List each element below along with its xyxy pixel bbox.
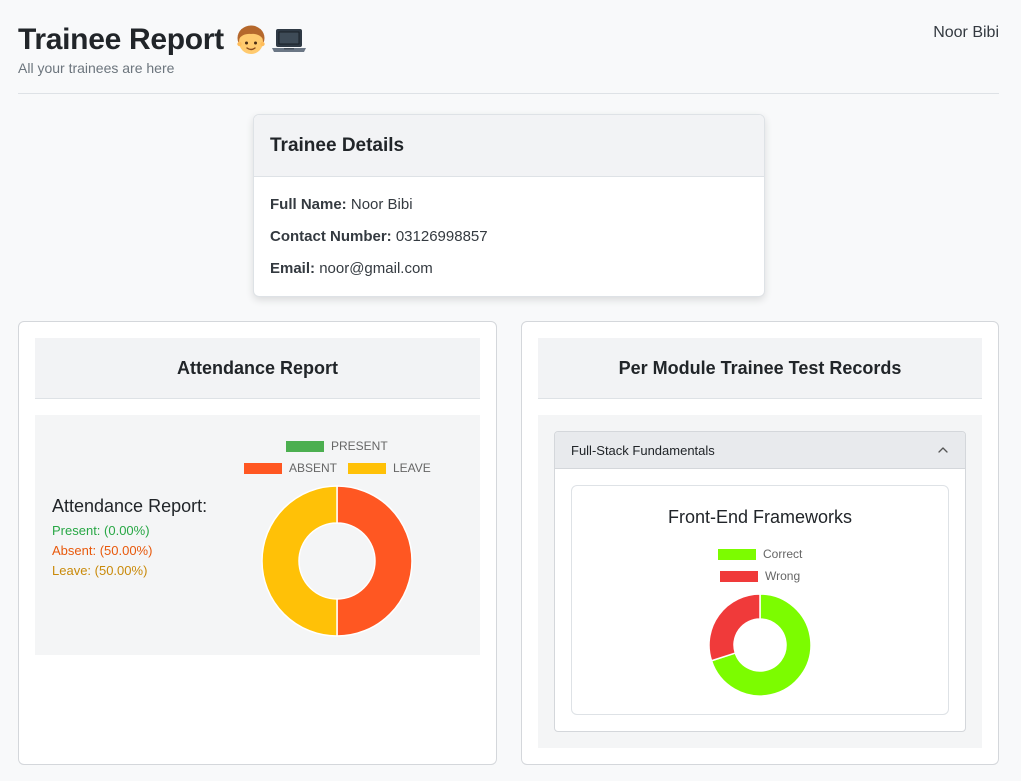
legend-item-correct[interactable]: Correct — [718, 547, 802, 561]
legend-label-leave: LEAVE — [393, 461, 431, 475]
slice-wrong[interactable] — [708, 593, 761, 662]
trainee-details-body: Full Name: Noor Bibi Contact Number: 031… — [254, 177, 764, 291]
email-label: Email: — [270, 260, 316, 277]
page-title-text: Trainee Report — [18, 23, 224, 56]
contact-row: Contact Number: 03126998857 — [270, 227, 748, 259]
legend-swatch-absent — [244, 462, 282, 474]
full-name-value: Noor Bibi — [350, 196, 413, 213]
test-records-body: Full-Stack Fundamentals Front-End Framew… — [538, 415, 982, 748]
test-result-doughnut-chart[interactable] — [708, 593, 812, 697]
legend-label-absent: ABSENT — [289, 461, 338, 475]
module-card: Front-End Frameworks Correct Wrong — [571, 485, 949, 715]
trainee-details-card: Trainee Details Full Name: Noor Bibi Con… — [253, 114, 765, 297]
full-name-label: Full Name: — [270, 196, 347, 213]
attendance-summary-title: Attendance Report: — [52, 496, 208, 516]
full-name-row: Full Name: Noor Bibi — [270, 195, 748, 227]
test-records-heading: Per Module Trainee Test Records — [538, 338, 982, 399]
boy-icon — [237, 25, 265, 54]
page-header: Trainee Report All your trainees are her — [18, 20, 999, 94]
attendance-doughnut-chart[interactable] — [261, 485, 413, 637]
present-percentage: Present: (0.00%) — [52, 523, 150, 538]
leave-percentage: Leave: (50.00%) — [52, 563, 148, 578]
attendance-heading: Attendance Report — [35, 338, 480, 399]
attendance-panel: Attendance Report Attendance Report: Pre… — [18, 321, 497, 765]
legend-item-leave[interactable]: LEAVE — [348, 461, 431, 475]
contact-label: Contact Number: — [270, 228, 392, 245]
title-emojis — [234, 23, 307, 57]
attendance-summary: Attendance Report: Present: (0.00%) Abse… — [52, 495, 207, 581]
legend-item-present[interactable]: PRESENT — [286, 439, 388, 453]
legend-swatch-correct — [718, 548, 756, 560]
module-accordion: Full-Stack Fundamentals Front-End Framew… — [554, 431, 966, 732]
page-title: Trainee Report — [18, 20, 999, 60]
laptop-icon — [271, 29, 306, 52]
trainee-details-heading: Trainee Details — [254, 115, 764, 177]
module-title: Front-End Frameworks — [667, 507, 853, 527]
slice-absent[interactable] — [336, 485, 413, 637]
chevron-up-icon[interactable] — [937, 444, 949, 456]
legend-swatch-leave — [348, 462, 386, 474]
slice-leave[interactable] — [261, 485, 338, 637]
email-row: Email: noor@gmail.com — [270, 259, 748, 291]
contact-value: 03126998857 — [395, 228, 488, 245]
legend-item-absent[interactable]: ABSENT — [244, 461, 337, 475]
absent-percentage: Absent: (50.00%) — [52, 543, 153, 558]
legend-swatch-wrong — [720, 570, 758, 582]
accordion-title: Full-Stack Fundamentals — [571, 442, 715, 458]
user-name[interactable]: Noor Bibi — [933, 24, 999, 42]
test-records-panel: Per Module Trainee Test Records Full-Sta… — [521, 321, 999, 765]
accordion-header[interactable]: Full-Stack Fundamentals — [555, 432, 965, 469]
page-subtitle: All your trainees are here — [18, 60, 175, 76]
legend-label-present: PRESENT — [331, 439, 388, 453]
email-value: noor@gmail.com — [319, 260, 433, 277]
legend-label-wrong: Wrong — [765, 569, 801, 583]
attendance-body: Attendance Report: Present: (0.00%) Abse… — [35, 415, 480, 655]
legend-swatch-present — [286, 440, 324, 452]
legend-item-wrong[interactable]: Wrong — [720, 569, 800, 583]
legend-label-correct: Correct — [763, 547, 803, 561]
